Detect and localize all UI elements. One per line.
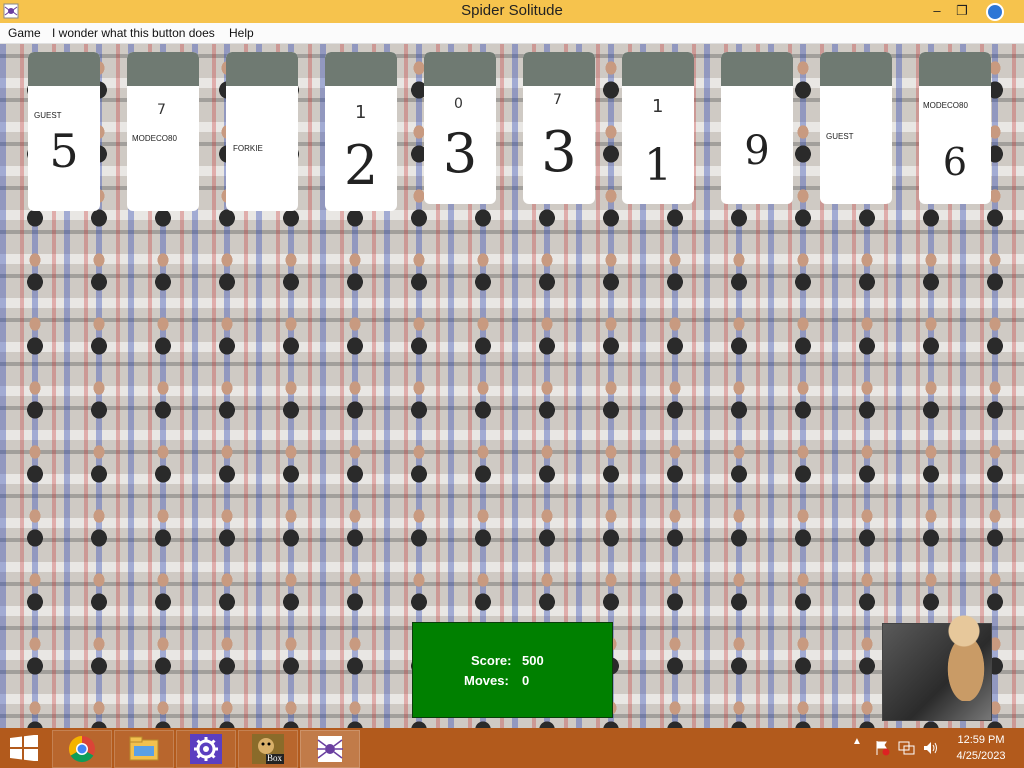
hamster-figure — [940, 611, 990, 701]
taskbar: Box ▲ 12:59 PM 4/25/2023 — [0, 728, 1024, 768]
card-column-9[interactable]: GUEST — [820, 52, 892, 204]
system-clock[interactable]: 12:59 PM 4/25/2023 — [946, 732, 1016, 764]
card-column-1[interactable]: GUEST 5 — [28, 52, 100, 211]
card-column-7[interactable]: 1 1 — [622, 52, 694, 204]
volume-icon[interactable] — [922, 740, 940, 756]
card-back — [919, 52, 991, 86]
title-bar: Spider Solitude ‒ ❐ — [0, 0, 1024, 24]
card-top-mark: 0 — [454, 96, 463, 112]
score-panel: Score: 500 Moves: 0 — [412, 622, 613, 718]
card-number: 3 — [541, 120, 577, 185]
menu-game[interactable]: Game — [8, 26, 41, 40]
taskbar-settings[interactable] — [176, 730, 236, 768]
score-label: Score: — [471, 653, 512, 668]
clock-date: 4/25/2023 — [956, 750, 1006, 762]
file-explorer-icon — [129, 736, 159, 761]
card-number: 6 — [942, 140, 968, 184]
card-player-name: GUEST — [34, 111, 62, 120]
card-back — [523, 52, 595, 86]
card-column-2[interactable]: 7 MODECO80 — [127, 52, 199, 211]
card-back — [325, 52, 397, 86]
card-player-name: MODECO80 — [132, 134, 177, 143]
card-player-name: GUEST — [826, 132, 854, 141]
score-value: 500 — [522, 653, 544, 668]
card-top-mark: 1 — [355, 102, 367, 123]
card-back — [721, 52, 793, 86]
menu-bar: Game I wonder what this button does Help — [0, 23, 1024, 44]
windows-start-icon[interactable] — [10, 735, 38, 761]
show-hidden-icons-chevron-icon[interactable]: ▲ — [852, 736, 862, 747]
chrome-icon — [68, 735, 95, 763]
card-number: 9 — [744, 128, 770, 174]
card-top-mark: 1 — [652, 96, 664, 117]
menu-wonder-button[interactable]: I wonder what this button does — [52, 26, 215, 40]
card-back — [424, 52, 496, 86]
card-top-mark: 7 — [157, 102, 166, 118]
moves-label: Moves: — [464, 673, 509, 688]
card-number: 5 — [49, 124, 79, 178]
settings-icon — [190, 734, 222, 764]
window-title: Spider Solitude — [461, 2, 563, 19]
box-app-label: Box — [267, 753, 283, 763]
taskbar-file-explorer[interactable] — [114, 730, 174, 768]
taskbar-box-app[interactable]: Box — [238, 730, 298, 768]
menu-help[interactable]: Help — [229, 26, 254, 40]
minimize-button[interactable]: ‒ — [926, 2, 948, 20]
card-column-3[interactable]: FORKIE — [226, 52, 298, 211]
card-column-4[interactable]: 1 2 — [325, 52, 397, 211]
maximize-button[interactable]: ❐ — [951, 2, 973, 20]
card-column-8[interactable]: 9 — [721, 52, 793, 204]
close-icon — [986, 3, 1004, 21]
card-top-mark: 7 — [553, 92, 562, 108]
card-column-10[interactable]: MODECO80 6 — [919, 52, 991, 204]
action-center-flag-icon[interactable] — [874, 740, 890, 756]
close-button[interactable] — [978, 2, 1012, 21]
card-column-6[interactable]: 7 3 — [523, 52, 595, 204]
card-back — [226, 52, 298, 86]
card-back — [28, 52, 100, 86]
moves-value: 0 — [522, 673, 530, 688]
taskbar-chrome[interactable] — [52, 730, 112, 768]
card-back — [820, 52, 892, 86]
card-number: 3 — [442, 122, 478, 185]
spider-solitude-icon — [317, 736, 343, 762]
card-column-5[interactable]: 0 3 — [424, 52, 496, 204]
card-player-name: MODECO80 — [923, 101, 968, 110]
card-back — [622, 52, 694, 86]
card-number: 1 — [644, 140, 672, 191]
card-number: 2 — [343, 134, 379, 197]
network-icon[interactable] — [898, 740, 916, 756]
card-player-name: FORKIE — [233, 144, 263, 153]
hamster-image — [882, 611, 992, 721]
card-back — [127, 52, 199, 86]
taskbar-spider-solitude[interactable] — [300, 730, 360, 768]
clock-time: 12:59 PM — [957, 734, 1005, 746]
